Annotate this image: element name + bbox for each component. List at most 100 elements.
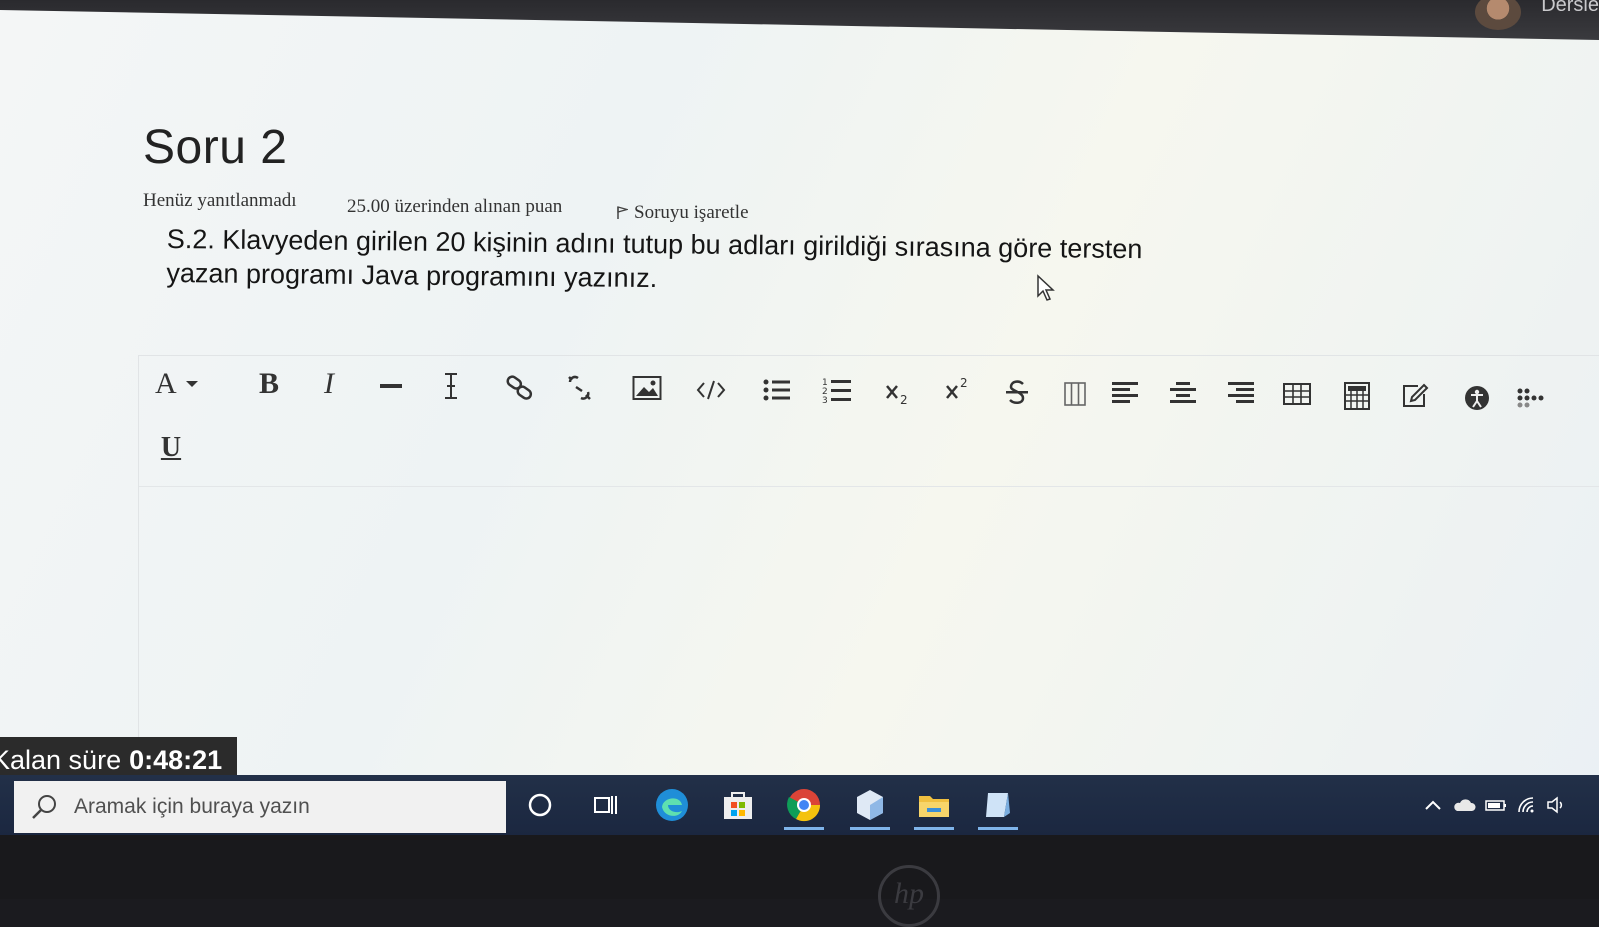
box-app-icon bbox=[857, 790, 883, 820]
subscript-button[interactable]: 2 bbox=[881, 372, 917, 412]
underline-button[interactable]: U bbox=[153, 428, 189, 468]
editor-toolbar: A B I 1 2 3 2 2 U bbox=[139, 356, 1599, 487]
svg-text:3: 3 bbox=[822, 396, 828, 404]
task-view-button[interactable] bbox=[580, 783, 632, 827]
bullet-list-button[interactable] bbox=[759, 370, 795, 410]
onedrive-button[interactable] bbox=[1452, 793, 1476, 817]
align-left-button[interactable] bbox=[1107, 372, 1143, 412]
hr-icon bbox=[380, 384, 402, 388]
store-button[interactable] bbox=[712, 783, 764, 827]
chevron-down-icon bbox=[185, 381, 198, 387]
remaining-time-value: 0:48:21 bbox=[129, 745, 223, 775]
superscript-icon: 2 bbox=[946, 376, 968, 399]
strikethrough-icon bbox=[1006, 380, 1028, 404]
hp-logo: hp bbox=[878, 865, 940, 927]
question-title: Soru 2 bbox=[143, 121, 288, 174]
edge-button[interactable] bbox=[646, 783, 698, 827]
flag-icon bbox=[616, 204, 630, 219]
chrome-icon bbox=[787, 789, 821, 822]
answer-editor[interactable]: A B I 1 2 3 2 2 U bbox=[138, 355, 1599, 776]
more-icon bbox=[1517, 388, 1544, 408]
calculator-icon bbox=[1344, 382, 1370, 410]
calculator-button[interactable] bbox=[1339, 376, 1375, 416]
search-icon bbox=[32, 795, 56, 819]
numbered-list-button[interactable]: 123 bbox=[819, 370, 855, 410]
edit-button[interactable] bbox=[1397, 376, 1433, 416]
taskbar-search[interactable]: Aramak için buraya yazın bbox=[14, 781, 506, 833]
taskbar: Aramak için buraya yazın bbox=[0, 775, 1599, 835]
bold-button[interactable]: B bbox=[251, 364, 287, 404]
table-icon bbox=[1283, 383, 1311, 405]
file-explorer-icon bbox=[919, 796, 949, 817]
align-center-icon bbox=[1170, 382, 1196, 403]
underline-label: U bbox=[160, 432, 182, 463]
columns-icon bbox=[1064, 382, 1086, 406]
tray-overflow-button[interactable] bbox=[1424, 793, 1442, 817]
horizontal-rule-button[interactable] bbox=[373, 366, 409, 406]
remaining-time-label: Kalan süre bbox=[0, 745, 122, 775]
accessibility-icon bbox=[1465, 386, 1489, 410]
user-name[interactable]: Dersle bbox=[1541, 0, 1599, 17]
unlink-icon bbox=[568, 375, 591, 400]
subscript-icon: 2 bbox=[886, 385, 908, 406]
wifi-icon bbox=[1518, 797, 1534, 813]
unlink-button[interactable] bbox=[561, 368, 597, 408]
onedrive-icon bbox=[1454, 799, 1476, 811]
superscript-button[interactable]: 2 bbox=[941, 370, 977, 410]
flag-question-link[interactable]: Soruyu işaretle bbox=[616, 202, 749, 224]
align-right-button[interactable] bbox=[1223, 372, 1259, 412]
chrome-button[interactable] bbox=[778, 783, 830, 830]
table-button[interactable] bbox=[1279, 374, 1315, 414]
cortana-icon bbox=[528, 793, 552, 817]
file-explorer-button[interactable] bbox=[908, 783, 960, 830]
svg-text:2: 2 bbox=[960, 376, 968, 390]
chevron-up-icon bbox=[1425, 800, 1441, 810]
numbered-list-icon: 123 bbox=[822, 378, 851, 404]
note-app-button[interactable] bbox=[972, 783, 1024, 830]
image-button[interactable] bbox=[629, 368, 665, 408]
link-icon bbox=[506, 375, 533, 400]
edge-icon bbox=[656, 789, 688, 821]
svg-text:2: 2 bbox=[900, 393, 908, 406]
edit-icon bbox=[1403, 383, 1429, 407]
question-status: Henüz yanıtlanmadı bbox=[143, 190, 297, 211]
font-label: A bbox=[155, 367, 177, 400]
text-cursor-icon bbox=[445, 373, 457, 399]
cortana-button[interactable] bbox=[514, 783, 566, 827]
align-right-icon bbox=[1228, 382, 1254, 403]
bold-label: B bbox=[258, 367, 279, 400]
search-placeholder: Aramak için buraya yazın bbox=[74, 795, 310, 818]
mouse-cursor-icon bbox=[1037, 274, 1055, 301]
bullet-list-icon bbox=[763, 379, 790, 401]
columns-button[interactable] bbox=[1057, 374, 1093, 414]
question-points: 25.00 üzerinden alınan puan bbox=[347, 196, 563, 217]
italic-label: I bbox=[324, 367, 334, 400]
note-app-icon bbox=[986, 793, 1010, 817]
font-family-button[interactable]: A bbox=[155, 364, 201, 404]
top-bar: Dersle bbox=[0, 0, 1599, 40]
battery-icon bbox=[1485, 800, 1506, 811]
volume-icon bbox=[1547, 796, 1563, 814]
strikethrough-button[interactable] bbox=[999, 372, 1035, 412]
italic-button[interactable]: I bbox=[311, 364, 347, 404]
code-icon bbox=[696, 380, 726, 400]
screen: Dersle Soru 2 Henüz yanıtlanmadı 25.00 ü… bbox=[0, 0, 1599, 835]
link-button[interactable] bbox=[501, 368, 537, 408]
align-center-button[interactable] bbox=[1165, 372, 1201, 412]
code-button[interactable] bbox=[693, 370, 729, 410]
image-icon bbox=[632, 376, 662, 400]
accessibility-button[interactable] bbox=[1459, 378, 1495, 418]
editor-content-area[interactable] bbox=[139, 487, 1599, 776]
task-view-icon bbox=[594, 796, 617, 814]
store-icon bbox=[724, 792, 752, 819]
box-app-button[interactable] bbox=[844, 783, 896, 830]
battery-button[interactable] bbox=[1484, 793, 1508, 817]
volume-button[interactable] bbox=[1546, 793, 1568, 817]
align-left-icon bbox=[1112, 382, 1138, 403]
more-button[interactable] bbox=[1515, 378, 1551, 418]
user-avatar[interactable] bbox=[1475, 0, 1521, 30]
laptop-bezel bbox=[0, 835, 1599, 899]
text-cursor-button[interactable] bbox=[433, 366, 469, 406]
flag-question-label: Soruyu işaretle bbox=[634, 202, 749, 223]
wifi-button[interactable] bbox=[1516, 793, 1538, 817]
